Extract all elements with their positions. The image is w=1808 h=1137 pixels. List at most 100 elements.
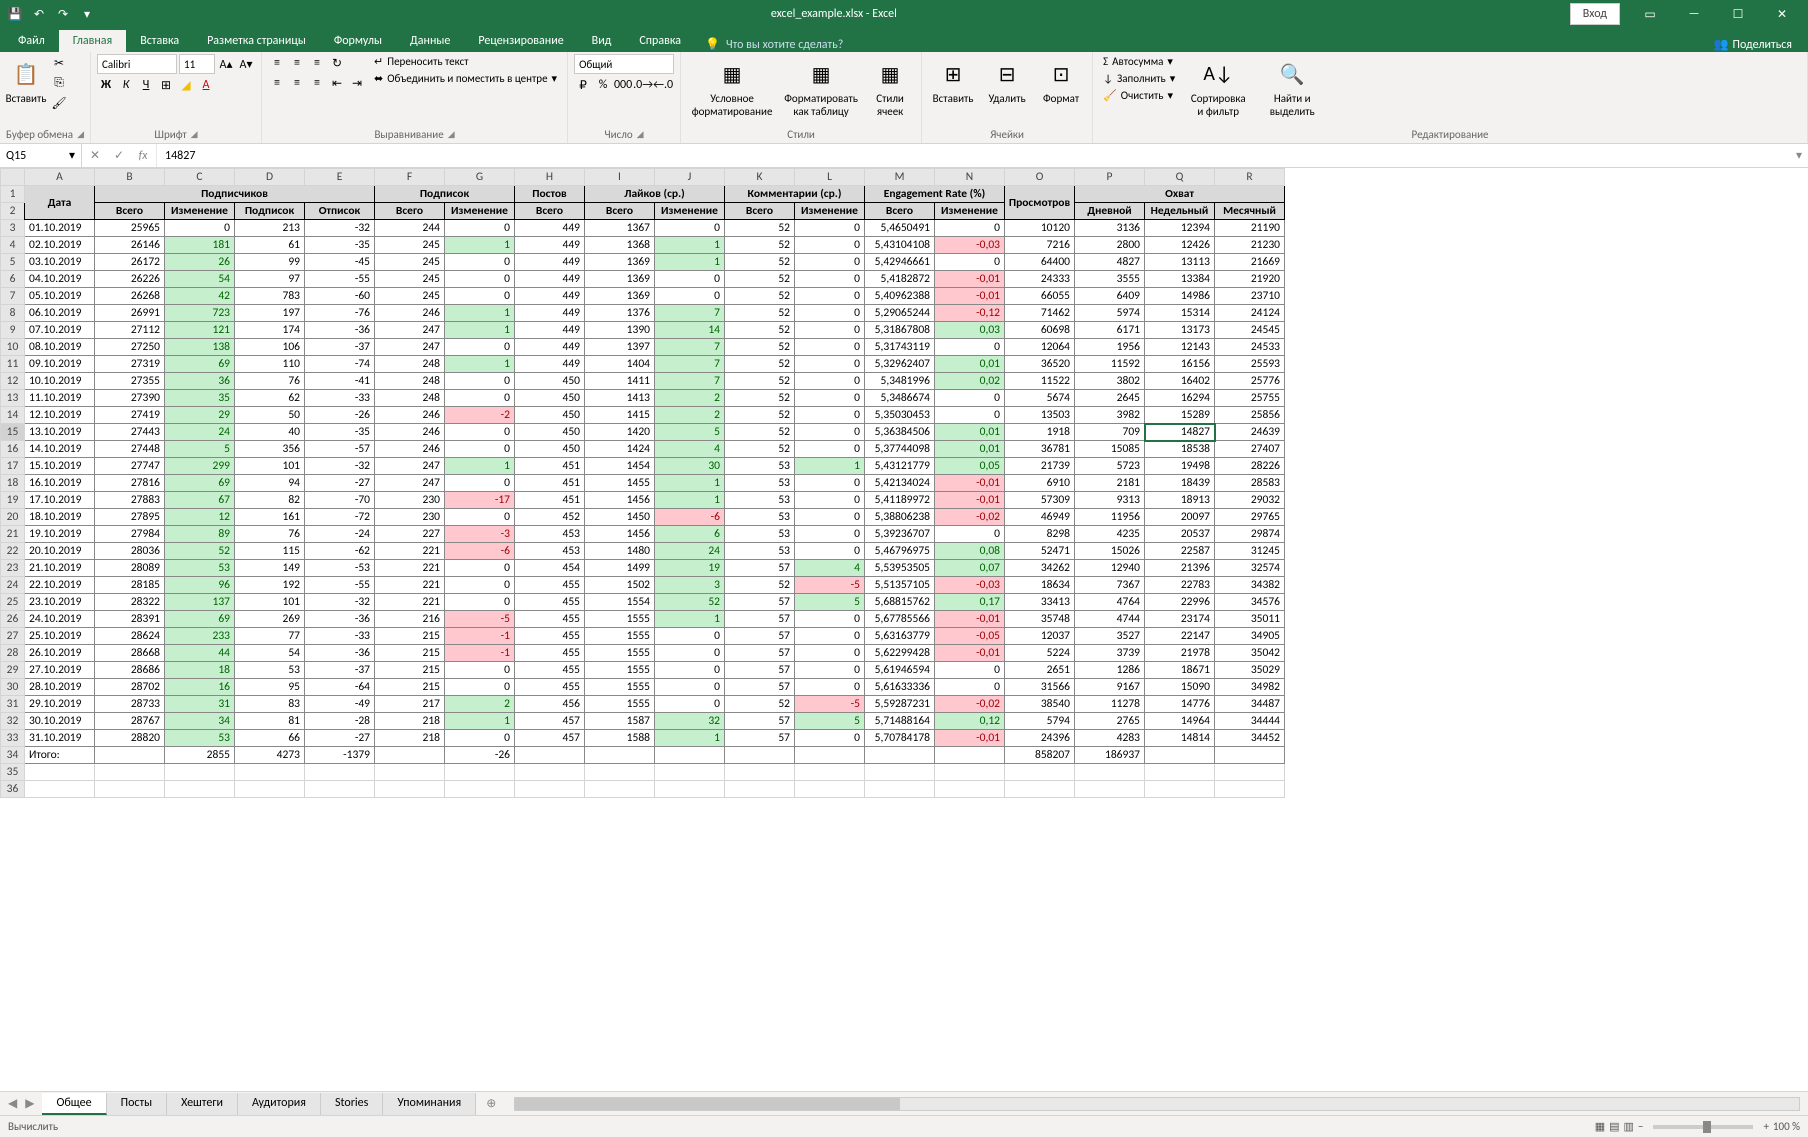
- data-cell[interactable]: 7: [655, 373, 725, 390]
- data-cell[interactable]: 28767: [95, 713, 165, 730]
- empty-cell[interactable]: [235, 781, 305, 798]
- data-cell[interactable]: 52: [725, 696, 795, 713]
- data-cell[interactable]: -17: [445, 492, 515, 509]
- data-cell[interactable]: 12: [165, 509, 235, 526]
- data-cell[interactable]: -37: [305, 339, 375, 356]
- data-cell[interactable]: 28089: [95, 560, 165, 577]
- data-cell[interactable]: -0,01: [935, 271, 1005, 288]
- data-cell[interactable]: 57: [725, 560, 795, 577]
- data-cell[interactable]: -45: [305, 254, 375, 271]
- data-cell[interactable]: 29765: [1215, 509, 1285, 526]
- data-cell[interactable]: 26.10.2019: [25, 645, 95, 662]
- data-cell[interactable]: 269: [235, 611, 305, 628]
- data-cell[interactable]: 21978: [1145, 645, 1215, 662]
- data-cell[interactable]: -5: [795, 577, 865, 594]
- data-cell[interactable]: 35748: [1005, 611, 1075, 628]
- data-cell[interactable]: 19.10.2019: [25, 526, 95, 543]
- data-cell[interactable]: 245: [375, 288, 445, 305]
- data-cell[interactable]: 20097: [1145, 509, 1215, 526]
- data-cell[interactable]: 449: [515, 220, 585, 237]
- data-cell[interactable]: 12.10.2019: [25, 407, 95, 424]
- data-cell[interactable]: 0: [795, 356, 865, 373]
- data-cell[interactable]: 54: [235, 645, 305, 662]
- data-cell[interactable]: 27448: [95, 441, 165, 458]
- data-cell[interactable]: 0: [655, 288, 725, 305]
- formula-input[interactable]: 14827: [157, 149, 1790, 163]
- fill-color-icon[interactable]: ◢: [177, 76, 195, 94]
- data-cell[interactable]: 0: [445, 730, 515, 747]
- data-cell[interactable]: Итого:: [25, 747, 95, 764]
- empty-cell[interactable]: [165, 764, 235, 781]
- data-cell[interactable]: [795, 747, 865, 764]
- data-cell[interactable]: 36781: [1005, 441, 1075, 458]
- data-cell[interactable]: 4235: [1075, 526, 1145, 543]
- data-cell[interactable]: 53: [725, 475, 795, 492]
- sheet-tab[interactable]: Упоминания: [383, 1093, 476, 1115]
- data-cell[interactable]: 233: [165, 628, 235, 645]
- row-header[interactable]: 9: [1, 322, 25, 339]
- data-cell[interactable]: 5,46796975: [865, 543, 935, 560]
- row-header[interactable]: 22: [1, 543, 25, 560]
- data-cell[interactable]: -32: [305, 220, 375, 237]
- underline-icon[interactable]: Ч: [137, 76, 155, 94]
- data-cell[interactable]: [585, 747, 655, 764]
- font-color-icon[interactable]: А: [197, 76, 215, 94]
- row-header[interactable]: 11: [1, 356, 25, 373]
- data-cell[interactable]: 34382: [1215, 577, 1285, 594]
- empty-cell[interactable]: [1145, 781, 1215, 798]
- empty-cell[interactable]: [1005, 764, 1075, 781]
- row-header[interactable]: 5: [1, 254, 25, 271]
- empty-cell[interactable]: [25, 781, 95, 798]
- empty-cell[interactable]: [585, 764, 655, 781]
- data-cell[interactable]: 7: [655, 305, 725, 322]
- data-cell[interactable]: 247: [375, 339, 445, 356]
- data-cell[interactable]: 0: [445, 475, 515, 492]
- header-cell[interactable]: Всего: [375, 203, 445, 220]
- data-cell[interactable]: 192: [235, 577, 305, 594]
- data-cell[interactable]: 5,38806238: [865, 509, 935, 526]
- data-cell[interactable]: 64400: [1005, 254, 1075, 271]
- data-cell[interactable]: -37: [305, 662, 375, 679]
- data-cell[interactable]: 6171: [1075, 322, 1145, 339]
- data-cell[interactable]: 0,02: [935, 373, 1005, 390]
- data-cell[interactable]: 4827: [1075, 254, 1145, 271]
- data-cell[interactable]: -0,01: [935, 492, 1005, 509]
- data-cell[interactable]: 53: [165, 730, 235, 747]
- tab-formulas[interactable]: Формулы: [320, 30, 396, 52]
- data-cell[interactable]: 1: [655, 492, 725, 509]
- data-cell[interactable]: 0: [795, 305, 865, 322]
- data-cell[interactable]: 24533: [1215, 339, 1285, 356]
- row-header[interactable]: 6: [1, 271, 25, 288]
- row-header[interactable]: 13: [1, 390, 25, 407]
- data-cell[interactable]: 2181: [1075, 475, 1145, 492]
- data-cell[interactable]: 2855: [165, 747, 235, 764]
- data-cell[interactable]: 27895: [95, 509, 165, 526]
- data-cell[interactable]: 16156: [1145, 356, 1215, 373]
- data-cell[interactable]: 0: [935, 254, 1005, 271]
- data-cell[interactable]: 138: [165, 339, 235, 356]
- data-cell[interactable]: 82: [235, 492, 305, 509]
- data-cell[interactable]: 14814: [1145, 730, 1215, 747]
- data-cell[interactable]: 27443: [95, 424, 165, 441]
- data-cell[interactable]: 0: [795, 390, 865, 407]
- data-cell[interactable]: 28226: [1215, 458, 1285, 475]
- data-cell[interactable]: 53: [725, 492, 795, 509]
- data-cell[interactable]: 34487: [1215, 696, 1285, 713]
- data-cell[interactable]: 221: [375, 560, 445, 577]
- data-cell[interactable]: 1404: [585, 356, 655, 373]
- save-icon[interactable]: 💾: [4, 3, 26, 25]
- merge-center-button[interactable]: ⬌Объединить и поместить в центре ▾: [370, 71, 561, 86]
- data-cell[interactable]: -27: [305, 475, 375, 492]
- data-cell[interactable]: 5,36384506: [865, 424, 935, 441]
- data-cell[interactable]: 245: [375, 271, 445, 288]
- data-cell[interactable]: 6409: [1075, 288, 1145, 305]
- data-cell[interactable]: 1918: [1005, 424, 1075, 441]
- italic-icon[interactable]: К: [117, 76, 135, 94]
- data-cell[interactable]: 11278: [1075, 696, 1145, 713]
- data-cell[interactable]: 5794: [1005, 713, 1075, 730]
- data-cell[interactable]: 62: [235, 390, 305, 407]
- worksheet-grid[interactable]: ABCDEFGHIJKLMNOPQR1 Дата Подписчиков Под…: [0, 168, 1808, 1091]
- data-cell[interactable]: 215: [375, 679, 445, 696]
- data-cell[interactable]: 218: [375, 713, 445, 730]
- data-cell[interactable]: 27883: [95, 492, 165, 509]
